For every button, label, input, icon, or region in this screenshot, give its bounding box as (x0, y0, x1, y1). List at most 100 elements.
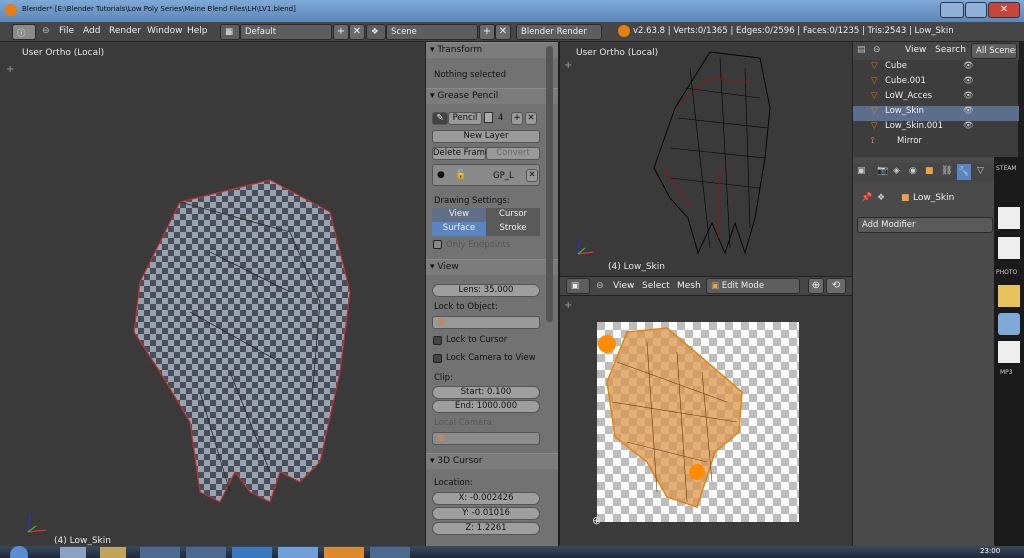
render-tab-icon[interactable]: 📷 (877, 166, 888, 176)
pencil-add-button[interactable]: + (511, 112, 523, 125)
minimize-button[interactable] (940, 2, 964, 18)
layer-active-icon[interactable]: ● (437, 170, 445, 180)
music-file-2-icon[interactable] (998, 237, 1020, 259)
object-tab-icon[interactable]: ■ (925, 166, 934, 176)
clip-start-field[interactable]: Start: 0.100 (432, 386, 540, 399)
lock-object-field[interactable]: ■ (432, 316, 540, 329)
menu-window[interactable]: Window (147, 26, 183, 36)
taskbar-blender-button[interactable] (324, 547, 364, 558)
uv-menu-mesh[interactable]: Mesh (677, 281, 701, 291)
pencil-icon[interactable]: ✎ (432, 112, 448, 125)
taskbar-app-3[interactable] (140, 547, 180, 558)
scene-select[interactable]: Scene (386, 24, 478, 40)
folder-icon[interactable] (998, 285, 1020, 307)
steam-label[interactable]: STEAM (996, 165, 1017, 172)
music-file-icon[interactable] (998, 207, 1020, 229)
cursor-z-field[interactable]: Z: 1.2261 (432, 522, 540, 535)
draw-cursor-toggle[interactable]: Cursor (486, 208, 540, 222)
uv-menu-view[interactable]: View (613, 281, 634, 291)
taskbar-app-6[interactable] (278, 547, 318, 558)
draw-view-toggle[interactable]: View (432, 208, 486, 222)
close-button[interactable]: ✕ (988, 2, 1020, 18)
taskbar-app-2[interactable] (100, 547, 126, 558)
delete-frame-button[interactable]: Delete Frame (432, 147, 490, 160)
mp3-label[interactable]: MP3 (1000, 369, 1013, 376)
cursor-3d-panel-header[interactable]: ▾ 3D Cursor (426, 453, 558, 469)
convert-button[interactable]: Convert (486, 147, 540, 160)
properties-editor-icon[interactable]: ▣ (857, 166, 866, 176)
pencil-remove-button[interactable]: ✕ (525, 112, 537, 125)
draw-surface-toggle[interactable]: Surface (432, 222, 486, 236)
editor-type-icon[interactable]: ▣ (566, 278, 590, 294)
outliner-item[interactable]: ⟟ Mirror (853, 136, 1019, 151)
world-tab-icon[interactable]: ◉ (909, 166, 917, 176)
fake-user-icon[interactable] (484, 112, 493, 123)
scene-remove-button[interactable]: ✕ (495, 24, 511, 40)
layout-icon[interactable]: ▦ (220, 24, 240, 40)
uv-menu-select[interactable]: Select (642, 281, 670, 291)
viewport-3d-left[interactable]: User Ortho (Local) + (4) Low_Skin (0, 42, 425, 554)
menu-file[interactable]: File (59, 26, 74, 36)
sync-select-icon[interactable]: ⟲ (826, 278, 846, 294)
outliner-item[interactable]: ▽ Cube.001 👁 (853, 76, 1019, 91)
uv-editor-canvas[interactable]: + ⊕ (560, 296, 852, 554)
viewport-rt-plus-icon[interactable]: + (564, 60, 572, 71)
local-camera-field[interactable]: ■ (432, 432, 540, 445)
editor-type-info-icon[interactable]: ⓘ (12, 24, 36, 40)
layout-select[interactable]: Default (240, 24, 332, 40)
outliner-item-selected[interactable]: ▽ Low_Skin 👁 (853, 106, 1019, 121)
layer-remove-button[interactable]: ✕ (526, 169, 538, 182)
lock-to-cursor-checkbox[interactable] (433, 336, 442, 345)
cursor-x-field[interactable]: X: -0.002426 (432, 492, 540, 505)
mode-select[interactable]: ▣ Edit Mode (706, 278, 800, 294)
taskbar-app-5[interactable] (232, 547, 272, 558)
taskbar-app-8[interactable] (370, 547, 410, 558)
taskbar-app-1[interactable] (60, 547, 86, 558)
scene-add-button[interactable]: + (479, 24, 495, 40)
outliner-menu-search[interactable]: Search (935, 45, 966, 55)
menu-render[interactable]: Render (109, 26, 141, 36)
recycle-bin-icon[interactable] (998, 313, 1020, 335)
cursor-y-field[interactable]: Y: -0.01016 (432, 507, 540, 520)
grease-pencil-panel-header[interactable]: ▾ Grease Pencil (426, 88, 558, 104)
maximize-button[interactable] (965, 2, 987, 18)
scene-tab-icon[interactable]: ◈ (893, 166, 900, 176)
layer-lock-icon[interactable]: 🔓 (455, 170, 466, 180)
uv-plus-icon[interactable]: + (564, 300, 572, 311)
clip-end-field[interactable]: End: 1000.000 (432, 400, 540, 413)
outliner-item[interactable]: ▽ Low_Skin.001 👁 (853, 121, 1019, 136)
pencil-datablock-field[interactable]: Pencil (448, 112, 482, 125)
draw-stroke-toggle[interactable]: Stroke (486, 222, 540, 236)
viewport-3d-right-top[interactable]: User Ortho (Local) + (4) Low_Skin (560, 42, 852, 276)
outliner-item[interactable]: ▽ Cube 👁 (853, 61, 1019, 76)
music-file-3-icon[interactable] (998, 341, 1020, 363)
menu-add[interactable]: Add (83, 26, 100, 36)
outliner-collapse-icon[interactable]: ⊖ (873, 45, 881, 55)
grease-layer-row[interactable]: ● 🔓 GP_L ✕ (432, 164, 540, 186)
outliner-editor-icon[interactable]: ▤ (857, 45, 866, 55)
scene-icon[interactable]: ❖ (366, 24, 386, 40)
add-modifier-select[interactable]: Add Modifier (857, 217, 993, 233)
data-tab-icon[interactable]: ▽ (977, 166, 984, 176)
pin-icon[interactable]: 📌 (861, 193, 872, 203)
taskbar-app-4[interactable] (186, 547, 226, 558)
photo-label[interactable]: PHOTO (996, 269, 1017, 276)
viewport-left-plus-icon[interactable]: + (6, 64, 14, 75)
npanel-scrollbar[interactable] (546, 46, 553, 322)
grease-layer-name[interactable]: GP_L (493, 171, 514, 181)
lock-camera-checkbox[interactable] (433, 354, 442, 363)
start-button[interactable] (10, 546, 28, 558)
lens-field[interactable]: Lens: 35.000 (432, 284, 540, 297)
new-layer-button[interactable]: New Layer (432, 130, 540, 143)
modifier-tab-icon[interactable]: 🔧 (957, 164, 971, 180)
layout-remove-button[interactable]: ✕ (349, 24, 365, 40)
collapse-menu-icon[interactable]: ⊖ (42, 26, 50, 36)
outliner-display-select[interactable]: All Scenes (971, 43, 1017, 59)
outliner-item[interactable]: ▽ LoW_Acces 👁 (853, 91, 1019, 106)
constraints-tab-icon[interactable]: ⛓ (941, 166, 952, 176)
view-panel-header[interactable]: ▾ View (426, 259, 558, 275)
transform-panel-header[interactable]: ▾ Transform (426, 42, 558, 58)
render-engine-select[interactable]: Blender Render (516, 24, 602, 40)
only-endpoints-checkbox[interactable] (433, 240, 442, 249)
outliner-menu-view[interactable]: View (905, 45, 926, 55)
